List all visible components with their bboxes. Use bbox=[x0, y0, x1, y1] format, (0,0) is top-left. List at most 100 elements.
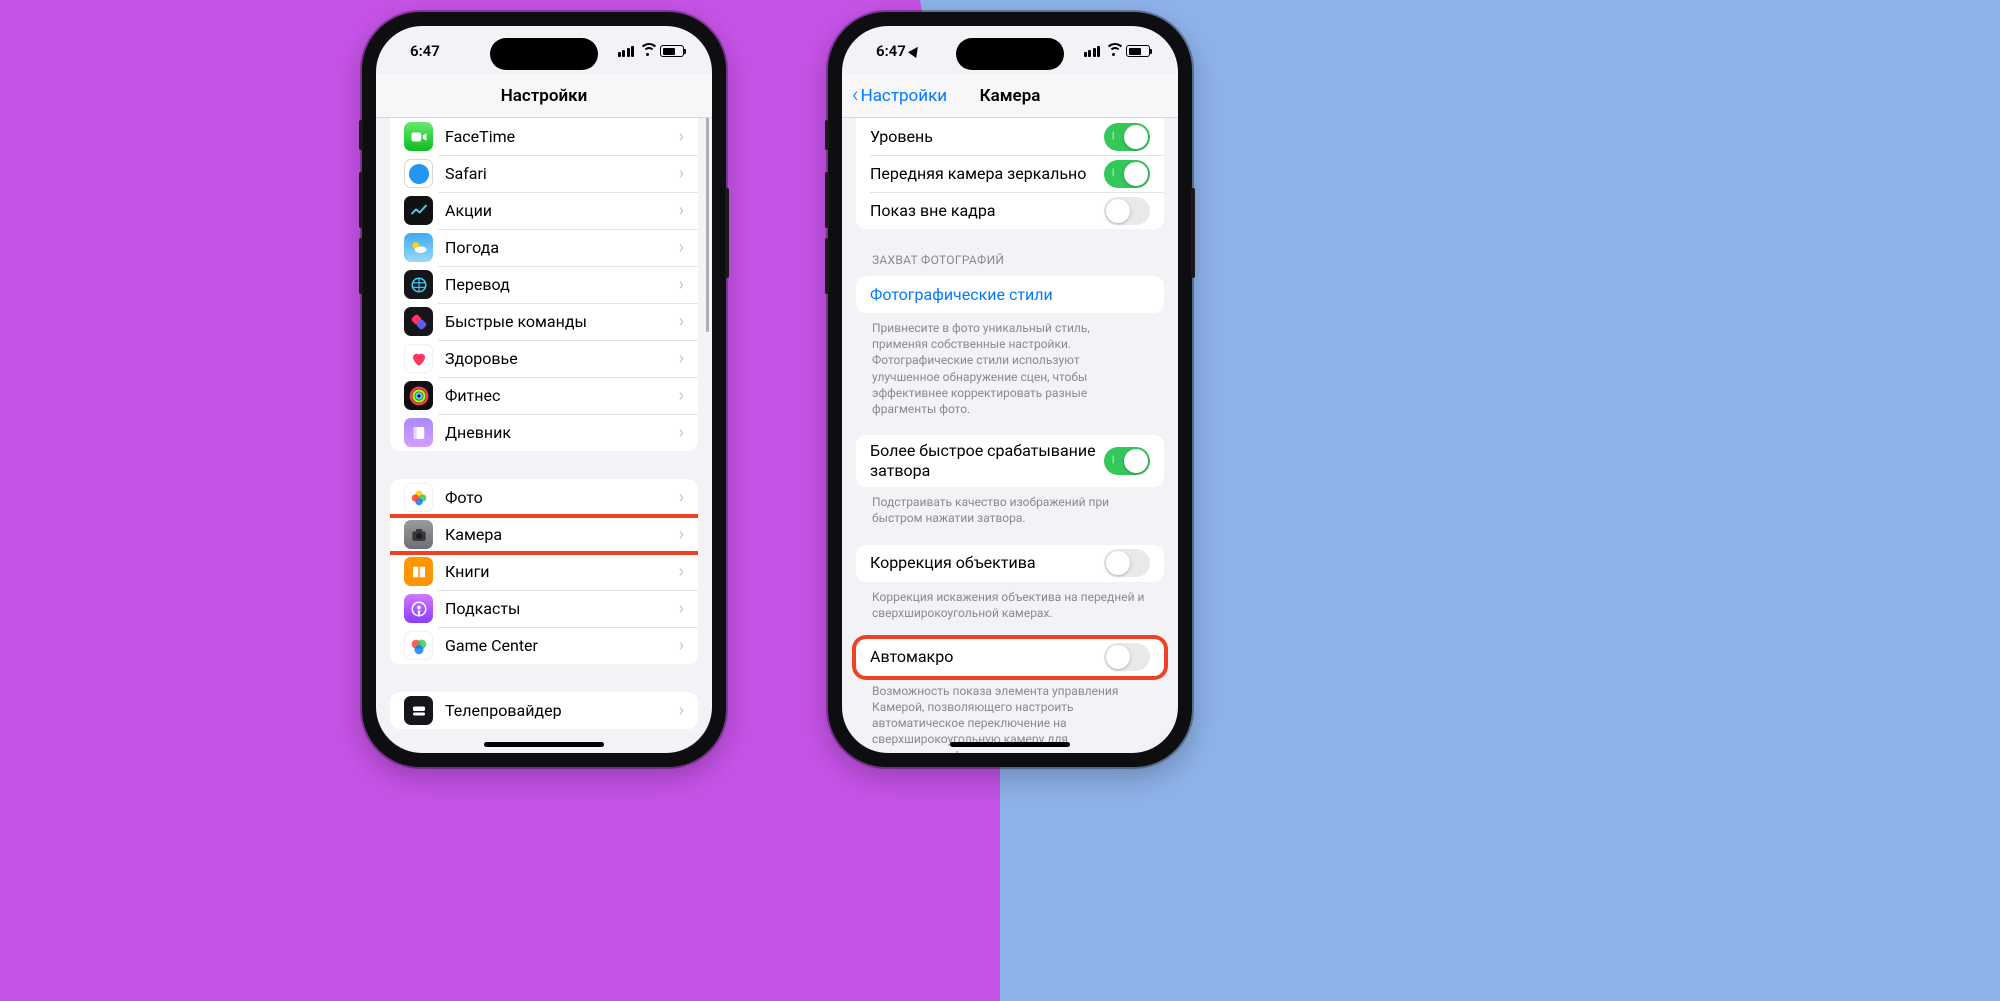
row-label: Камера bbox=[445, 525, 679, 545]
location-icon bbox=[908, 44, 922, 58]
settings-row-fitness[interactable]: Фитнес› bbox=[390, 377, 698, 414]
row-label: Акции bbox=[445, 201, 679, 221]
settings-row-shortcuts[interactable]: Быстрые команды› bbox=[390, 303, 698, 340]
gamecenter-icon bbox=[404, 631, 433, 660]
row-label: Телепровайдер bbox=[445, 701, 679, 721]
settings-row-health[interactable]: Здоровье› bbox=[390, 340, 698, 377]
settings-row-photos[interactable]: Фото› bbox=[390, 479, 698, 516]
chevron-right-icon: › bbox=[679, 635, 684, 656]
weather-icon bbox=[404, 233, 433, 262]
row-outframe[interactable]: Показ вне кадра bbox=[856, 192, 1164, 229]
chevron-right-icon: › bbox=[679, 311, 684, 332]
row-label: Фотографические стили bbox=[870, 285, 1150, 305]
settings-row-safari[interactable]: Safari› bbox=[390, 155, 698, 192]
chevron-right-icon: › bbox=[679, 163, 684, 184]
page-title: Камера bbox=[980, 86, 1041, 106]
settings-group-apps-1: FaceTime›Safari›Акции›Погода›Перевод›Быс… bbox=[390, 118, 698, 451]
footer-lens: Коррекция искажения объектива на передне… bbox=[872, 589, 1148, 621]
status-time: 6:47 bbox=[410, 42, 440, 60]
toggle-outframe[interactable] bbox=[1104, 197, 1150, 225]
settings-list[interactable]: FaceTime›Safari›Акции›Погода›Перевод›Быс… bbox=[376, 118, 712, 753]
settings-group-apps-3: Телепровайдер› bbox=[390, 692, 698, 729]
toggle-level[interactable]: | bbox=[1104, 123, 1150, 151]
chevron-right-icon: › bbox=[679, 126, 684, 147]
row-photo-styles[interactable]: Фотографические стили bbox=[856, 276, 1164, 313]
settings-row-podcasts[interactable]: Подкасты› bbox=[390, 590, 698, 627]
chevron-right-icon: › bbox=[679, 385, 684, 406]
camera-settings[interactable]: Уровень|Передняя камера зеркально|Показ … bbox=[842, 118, 1178, 753]
chevron-right-icon: › bbox=[679, 274, 684, 295]
wifi-icon bbox=[1105, 45, 1121, 57]
status-icons bbox=[618, 45, 685, 57]
toggle-lens-correction[interactable] bbox=[1104, 549, 1150, 577]
settings-row-gamecenter[interactable]: Game Center› bbox=[390, 627, 698, 664]
settings-group-apps-2: Фото›Камера›Книги›Подкасты›Game Center› bbox=[390, 479, 698, 664]
row-mirror[interactable]: Передняя камера зеркально| bbox=[856, 155, 1164, 192]
row-lens-correction[interactable]: Коррекция объектива bbox=[856, 545, 1164, 582]
scrollbar[interactable] bbox=[706, 118, 709, 332]
row-label: Подкасты bbox=[445, 599, 679, 619]
settings-row-tvprovider[interactable]: Телепровайдер› bbox=[390, 692, 698, 729]
chevron-left-icon: ‹ bbox=[852, 85, 859, 107]
toggle-faster-shutter[interactable]: | bbox=[1104, 447, 1150, 475]
row-label: Быстрые команды bbox=[445, 312, 679, 332]
home-indicator[interactable] bbox=[484, 742, 604, 747]
row-level[interactable]: Уровень| bbox=[856, 118, 1164, 155]
cellular-icon bbox=[1084, 46, 1101, 57]
phone-left: 6:47 Настройки FaceTime›Safari›Акции›Пог… bbox=[362, 12, 726, 767]
back-label: Настройки bbox=[861, 86, 948, 106]
row-label: Книги bbox=[445, 562, 679, 582]
row-label: FaceTime bbox=[445, 127, 679, 147]
row-label: Коррекция объектива bbox=[870, 553, 1104, 573]
camera-icon bbox=[404, 520, 433, 549]
battery-icon bbox=[660, 45, 684, 57]
navbar: Настройки bbox=[376, 74, 712, 118]
status-icons bbox=[1084, 45, 1151, 57]
toggle-auto-macro[interactable] bbox=[1104, 643, 1150, 671]
journal-icon bbox=[404, 418, 433, 447]
battery-icon bbox=[1126, 45, 1150, 57]
chevron-right-icon: › bbox=[679, 561, 684, 582]
screen-right: 6:47 ‹Настройки Камера Уровень|Передняя … bbox=[842, 26, 1178, 753]
chevron-right-icon: › bbox=[679, 487, 684, 508]
settings-row-stocks[interactable]: Акции› bbox=[390, 192, 698, 229]
photos-icon bbox=[404, 483, 433, 512]
settings-row-camera[interactable]: Камера› bbox=[390, 516, 698, 553]
group-auto-macro: Автомакро bbox=[856, 639, 1164, 676]
group-composition: Уровень|Передняя камера зеркально|Показ … bbox=[856, 118, 1164, 229]
status-time: 6:47 bbox=[876, 42, 906, 60]
split-background: 6:47 Настройки FaceTime›Safari›Акции›Пог… bbox=[0, 0, 2000, 1001]
row-label: Погода bbox=[445, 238, 679, 258]
footer-shutter: Подстраивать качество изображений при бы… bbox=[872, 494, 1148, 526]
row-label: Более быстрое срабатывание затвора bbox=[870, 441, 1104, 481]
chevron-right-icon: › bbox=[679, 700, 684, 721]
row-label: Передняя камера зеркально bbox=[870, 164, 1104, 184]
toggle-mirror[interactable]: | bbox=[1104, 160, 1150, 188]
podcasts-icon bbox=[404, 594, 433, 623]
group-photo-styles: Фотографические стили bbox=[856, 276, 1164, 313]
settings-row-facetime[interactable]: FaceTime› bbox=[390, 118, 698, 155]
settings-row-books[interactable]: Книги› bbox=[390, 553, 698, 590]
row-label: Game Center bbox=[445, 636, 679, 656]
books-icon bbox=[404, 557, 433, 586]
footer-photo-styles: Привнесите в фото уникальный стиль, прим… bbox=[872, 320, 1148, 417]
row-label: Дневник bbox=[445, 423, 679, 443]
settings-row-translate[interactable]: Перевод› bbox=[390, 266, 698, 303]
translate-icon bbox=[404, 270, 433, 299]
back-button[interactable]: ‹Настройки bbox=[852, 85, 947, 107]
chevron-right-icon: › bbox=[679, 237, 684, 258]
cellular-icon bbox=[618, 46, 635, 57]
settings-row-journal[interactable]: Дневник› bbox=[390, 414, 698, 451]
screen-left: 6:47 Настройки FaceTime›Safari›Акции›Пог… bbox=[376, 26, 712, 753]
settings-row-weather[interactable]: Погода› bbox=[390, 229, 698, 266]
home-indicator[interactable] bbox=[950, 742, 1070, 747]
row-auto-macro[interactable]: Автомакро bbox=[856, 639, 1164, 676]
safari-icon bbox=[404, 159, 433, 188]
chevron-right-icon: › bbox=[679, 422, 684, 443]
row-label: Здоровье bbox=[445, 349, 679, 369]
chevron-right-icon: › bbox=[679, 200, 684, 221]
row-faster-shutter[interactable]: Более быстрое срабатывание затвора | bbox=[856, 435, 1164, 487]
chevron-right-icon: › bbox=[679, 524, 684, 545]
row-label: Safari bbox=[445, 164, 679, 184]
tvprovider-icon bbox=[404, 696, 433, 725]
